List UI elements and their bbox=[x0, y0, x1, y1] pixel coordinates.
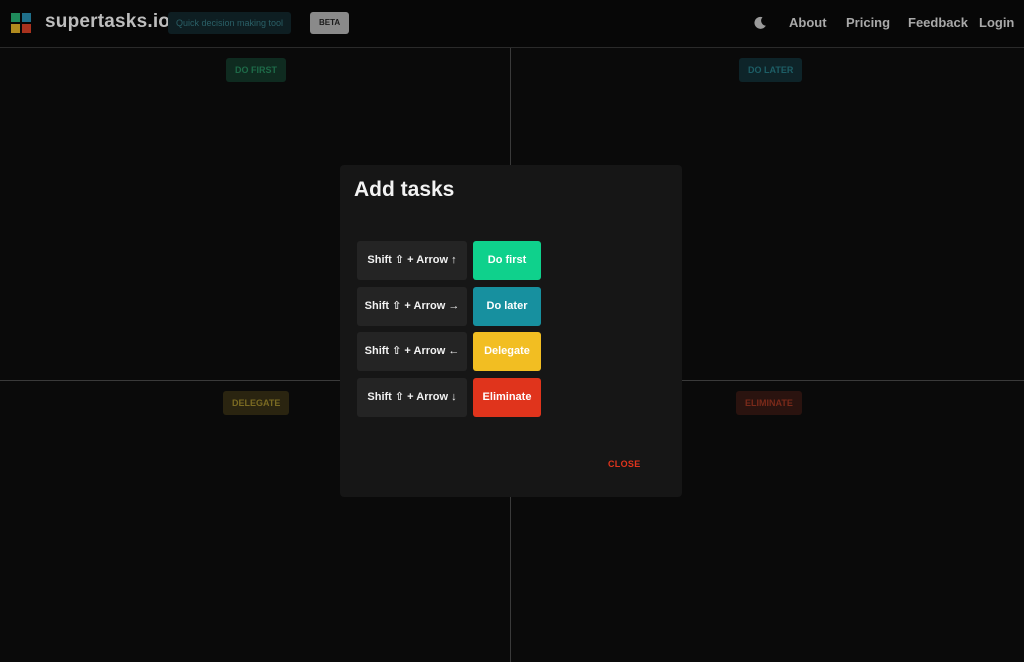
modal-title: Add tasks bbox=[354, 178, 455, 201]
do-first-button[interactable]: Do first bbox=[473, 241, 541, 280]
shortcut-left: Shift ⇧ + Arrow ← bbox=[357, 332, 467, 371]
do-later-button[interactable]: Do later bbox=[473, 287, 541, 326]
nav-about-link[interactable]: About bbox=[789, 15, 827, 30]
close-button[interactable]: CLOSE bbox=[608, 459, 641, 469]
top-bar: supertasks.io Quick decision making tool… bbox=[0, 0, 1024, 48]
eliminate-button[interactable]: Eliminate bbox=[473, 378, 541, 417]
quadrant-label-eliminate: ELIMINATE bbox=[736, 391, 802, 415]
shortcut-down: Shift ⇧ + Arrow ↓ bbox=[357, 378, 467, 417]
quadrant-label-do-later: DO LATER bbox=[739, 58, 803, 82]
quadrant-label-do-first: DO FIRST bbox=[226, 58, 286, 82]
shortcut-right: Shift ⇧ + Arrow → bbox=[357, 287, 467, 326]
nav-login-link[interactable]: Login bbox=[979, 15, 1014, 30]
brand-name[interactable]: supertasks.io bbox=[45, 11, 170, 33]
quadrant-label-delegate: DELEGATE bbox=[223, 391, 290, 415]
shortcut-up: Shift ⇧ + Arrow ↑ bbox=[357, 241, 467, 280]
add-tasks-modal: Add tasks Shift ⇧ + Arrow ↑ Do first Shi… bbox=[340, 165, 682, 497]
nav-pricing-link[interactable]: Pricing bbox=[846, 15, 890, 30]
moon-icon[interactable] bbox=[753, 16, 767, 30]
delegate-button[interactable]: Delegate bbox=[473, 332, 541, 371]
tagline-badge: Quick decision making tool bbox=[168, 12, 292, 34]
nav-feedback-link[interactable]: Feedback bbox=[908, 15, 968, 30]
logo-icon[interactable] bbox=[11, 13, 31, 33]
beta-badge: BETA bbox=[310, 12, 350, 34]
